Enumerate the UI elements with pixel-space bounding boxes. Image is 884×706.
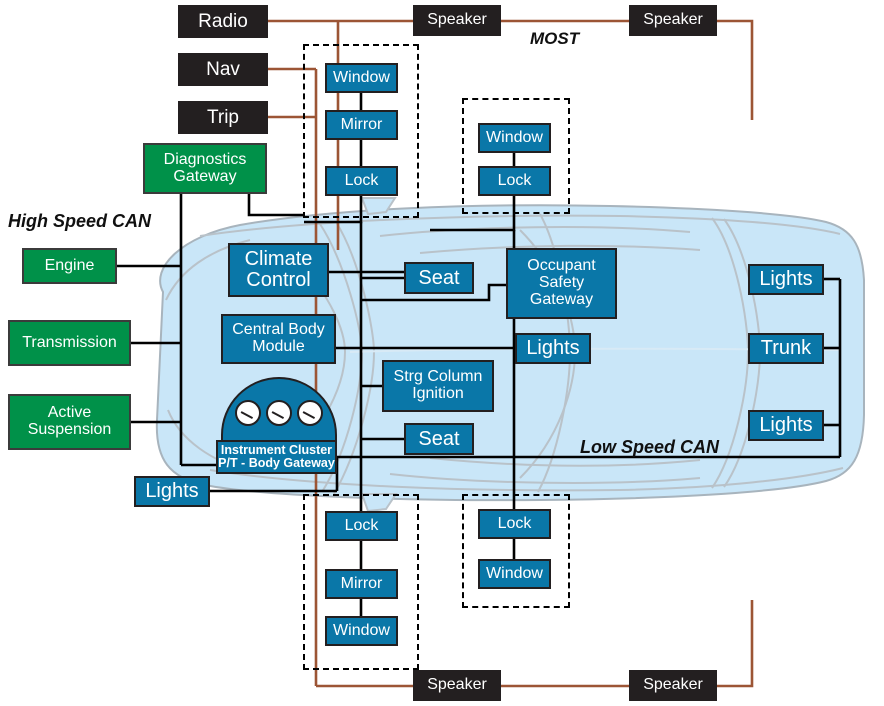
node-window-front-left[interactable]: Window <box>325 63 398 93</box>
door-group-front-right <box>462 98 570 214</box>
node-climate-control-label: Climate Control <box>244 248 313 291</box>
node-lock-rear-right[interactable]: Lock <box>478 509 551 539</box>
node-steering-column-ignition[interactable]: Strg Column Ignition <box>382 360 494 412</box>
node-speaker-rear-right-label: Speaker <box>643 676 703 694</box>
node-occupant-safety-gateway-label: Occupant Safety Gateway <box>527 257 596 308</box>
node-mirror-front-left[interactable]: Mirror <box>325 110 398 140</box>
gauge-left-icon <box>235 400 261 426</box>
node-speaker-front-left-label: Speaker <box>427 11 487 29</box>
node-lock-front-right[interactable]: Lock <box>478 166 551 196</box>
node-window-rear-right-label: Window <box>486 564 543 582</box>
node-engine[interactable]: Engine <box>22 248 117 284</box>
node-mirror-rear-left-label: Mirror <box>340 574 383 592</box>
node-speaker-front-right-label: Speaker <box>643 11 703 29</box>
node-active-suspension-label: Active Suspension <box>27 404 112 438</box>
node-nav[interactable]: Nav <box>178 53 268 86</box>
node-transmission[interactable]: Transmission <box>8 320 131 366</box>
node-speaker-rear-left-label: Speaker <box>427 676 487 694</box>
node-instrument-cluster-label: Instrument Cluster P/T - Body Gateway <box>218 442 335 470</box>
node-climate-control[interactable]: Climate Control <box>228 243 329 297</box>
node-instrument-cluster[interactable]: Instrument Cluster P/T - Body Gateway <box>216 440 337 474</box>
high-speed-can-label: High Speed CAN <box>8 211 152 231</box>
node-lights-left-label: Lights <box>145 480 199 502</box>
gauge-right-icon <box>297 400 323 426</box>
node-steering-column-ignition-label: Strg Column Ignition <box>393 368 483 402</box>
node-radio-label: Radio <box>198 10 248 32</box>
node-lights-right-front[interactable]: Lights <box>748 264 824 295</box>
node-active-suspension[interactable]: Active Suspension <box>8 394 131 450</box>
node-diagnostics-gateway-label: Diagnostics Gateway <box>163 150 247 185</box>
node-lock-front-left[interactable]: Lock <box>325 166 398 196</box>
node-mirror-front-left-label: Mirror <box>340 115 383 133</box>
node-window-rear-left-label: Window <box>333 621 390 639</box>
node-lock-rear-right-label: Lock <box>497 514 532 532</box>
node-speaker-front-left[interactable]: Speaker <box>413 5 501 36</box>
node-lights-center[interactable]: Lights <box>515 333 591 364</box>
node-transmission-label: Transmission <box>22 333 117 351</box>
node-lights-center-label: Lights <box>526 337 580 359</box>
node-window-rear-left[interactable]: Window <box>325 616 398 646</box>
node-lights-right-rear-label: Lights <box>759 414 813 436</box>
node-seat-front-label: Seat <box>418 266 460 289</box>
node-speaker-rear-right[interactable]: Speaker <box>629 670 717 701</box>
node-window-rear-right[interactable]: Window <box>478 559 551 589</box>
node-engine-label: Engine <box>44 256 95 274</box>
node-seat-front[interactable]: Seat <box>404 262 474 294</box>
network-diagram-canvas: High Speed CAN Low Speed CAN MOST Radio N… <box>0 0 884 706</box>
node-nav-label: Nav <box>206 58 240 80</box>
gauge-center-icon <box>266 400 292 426</box>
node-trip-label: Trip <box>206 106 240 128</box>
node-speaker-front-right[interactable]: Speaker <box>629 5 717 36</box>
node-central-body-module-label: Central Body Module <box>232 321 325 355</box>
node-speaker-rear-left[interactable]: Speaker <box>413 670 501 701</box>
node-trip[interactable]: Trip <box>178 101 268 134</box>
node-trunk-label: Trunk <box>760 337 812 359</box>
node-diagnostics-gateway[interactable]: Diagnostics Gateway <box>143 143 267 194</box>
node-seat-rear-label: Seat <box>418 427 460 450</box>
most-label: MOST <box>530 29 580 48</box>
node-window-front-right[interactable]: Window <box>478 123 551 153</box>
node-lights-left[interactable]: Lights <box>134 476 210 507</box>
node-seat-rear[interactable]: Seat <box>404 423 474 455</box>
node-lock-rear-left-label: Lock <box>344 516 379 534</box>
node-lights-right-rear[interactable]: Lights <box>748 410 824 441</box>
node-central-body-module[interactable]: Central Body Module <box>221 314 336 364</box>
node-occupant-safety-gateway[interactable]: Occupant Safety Gateway <box>506 248 617 319</box>
node-lock-front-left-label: Lock <box>344 171 379 189</box>
node-mirror-rear-left[interactable]: Mirror <box>325 569 398 599</box>
node-window-front-right-label: Window <box>486 128 543 146</box>
node-radio[interactable]: Radio <box>178 5 268 38</box>
node-lock-rear-left[interactable]: Lock <box>325 511 398 541</box>
node-lights-right-front-label: Lights <box>759 268 813 290</box>
low-speed-can-label: Low Speed CAN <box>580 437 720 457</box>
node-lock-front-right-label: Lock <box>497 171 532 189</box>
node-trunk[interactable]: Trunk <box>748 333 824 364</box>
node-window-front-left-label: Window <box>333 68 390 86</box>
